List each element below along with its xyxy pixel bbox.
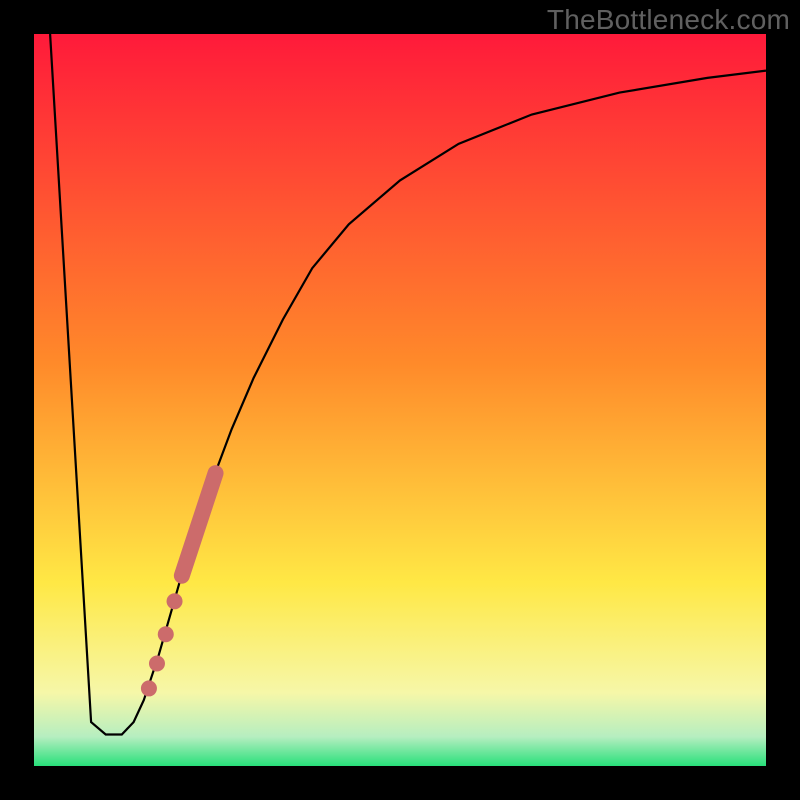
bottleneck-chart — [0, 0, 800, 800]
watermark-text: TheBottleneck.com — [547, 4, 790, 36]
plot-background — [34, 34, 766, 766]
chart-frame: { "watermark": "TheBottleneck.com", "col… — [0, 0, 800, 800]
marker-dot — [149, 656, 165, 672]
marker-dot — [158, 626, 174, 642]
marker-dot — [141, 680, 157, 696]
marker-dot — [167, 593, 183, 609]
